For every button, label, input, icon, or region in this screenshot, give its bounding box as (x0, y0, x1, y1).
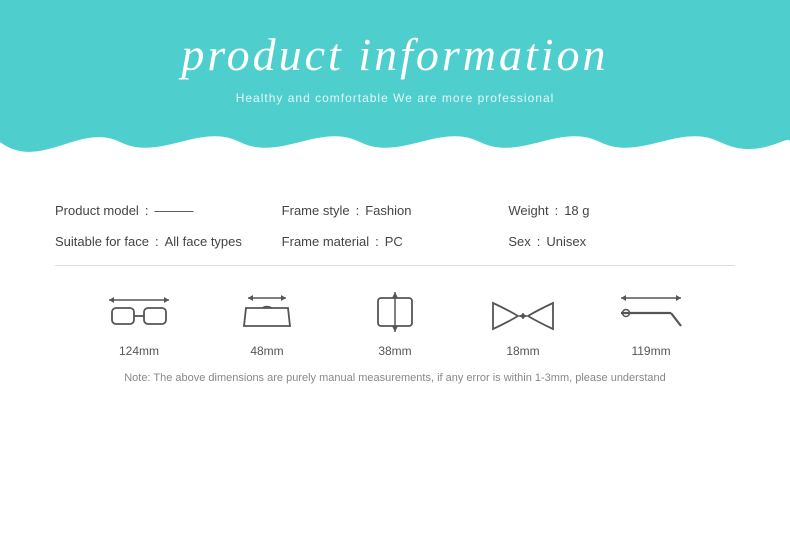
label-face: Suitable for face (55, 234, 149, 249)
info-cell-weight: Weight : 18 g (508, 203, 735, 218)
info-cell-frame-style: Frame style : Fashion (282, 203, 509, 218)
dimensions-section: 124mm 48mm (55, 288, 735, 358)
info-cell-material: Frame material : PC (282, 234, 509, 249)
value-face: All face types (165, 234, 242, 249)
dimension-item-total-width: 124mm (104, 288, 174, 358)
sep-sex: : (537, 234, 541, 249)
dimension-item-lens-height: 38mm (360, 288, 430, 358)
info-section: Product model : ——— Frame style : Fashio… (55, 203, 735, 249)
label-sex: Sex (508, 234, 530, 249)
value-weight: 18 g (564, 203, 589, 218)
info-cell-sex: Sex : Unisex (508, 234, 735, 249)
dimension-item-bridge-width: 18mm (488, 288, 558, 358)
value-sex: Unisex (546, 234, 586, 249)
dimension-value-temple-length: 119mm (631, 344, 670, 358)
value-frame-style: Fashion (365, 203, 411, 218)
wave-decoration (0, 122, 790, 175)
info-row-2: Suitable for face : All face types Frame… (55, 234, 735, 249)
label-weight: Weight (508, 203, 548, 218)
info-cell-face: Suitable for face : All face types (55, 234, 282, 249)
page-container: product information Healthy and comforta… (0, 0, 790, 538)
label-frame-style: Frame style (282, 203, 350, 218)
dimension-value-lens-width: 48mm (250, 344, 283, 358)
dimensions-note: Note: The above dimensions are purely ma… (55, 372, 735, 384)
page-subtitle: Healthy and comfortable We are more prof… (0, 91, 790, 105)
info-cell-model: Product model : ——— (55, 203, 282, 218)
value-product-model: ——— (154, 203, 193, 218)
bridge-width-icon (488, 288, 558, 336)
lens-height-icon (360, 288, 430, 336)
label-product-model: Product model (55, 203, 139, 218)
dimension-item-temple-length: 119mm (616, 288, 686, 358)
sep-face: : (155, 234, 159, 249)
label-material: Frame material (282, 234, 369, 249)
sep-frame-style: : (356, 203, 360, 218)
dimension-value-lens-height: 38mm (378, 344, 411, 358)
content-area: Product model : ——— Frame style : Fashio… (0, 175, 790, 384)
value-material: PC (385, 234, 403, 249)
sep-model: : (145, 203, 149, 218)
dimension-value-bridge-width: 18mm (506, 344, 539, 358)
lens-width-icon (232, 288, 302, 336)
section-divider (55, 265, 735, 266)
sep-weight: : (555, 203, 559, 218)
dimension-value-total-width: 124mm (119, 344, 159, 358)
temple-length-icon (616, 288, 686, 336)
glasses-width-icon (104, 288, 174, 336)
sep-material: : (375, 234, 379, 249)
header-section: product information Healthy and comforta… (0, 0, 790, 175)
page-title: product information (0, 0, 790, 81)
dimension-item-lens-width: 48mm (232, 288, 302, 358)
info-row-1: Product model : ——— Frame style : Fashio… (55, 203, 735, 218)
